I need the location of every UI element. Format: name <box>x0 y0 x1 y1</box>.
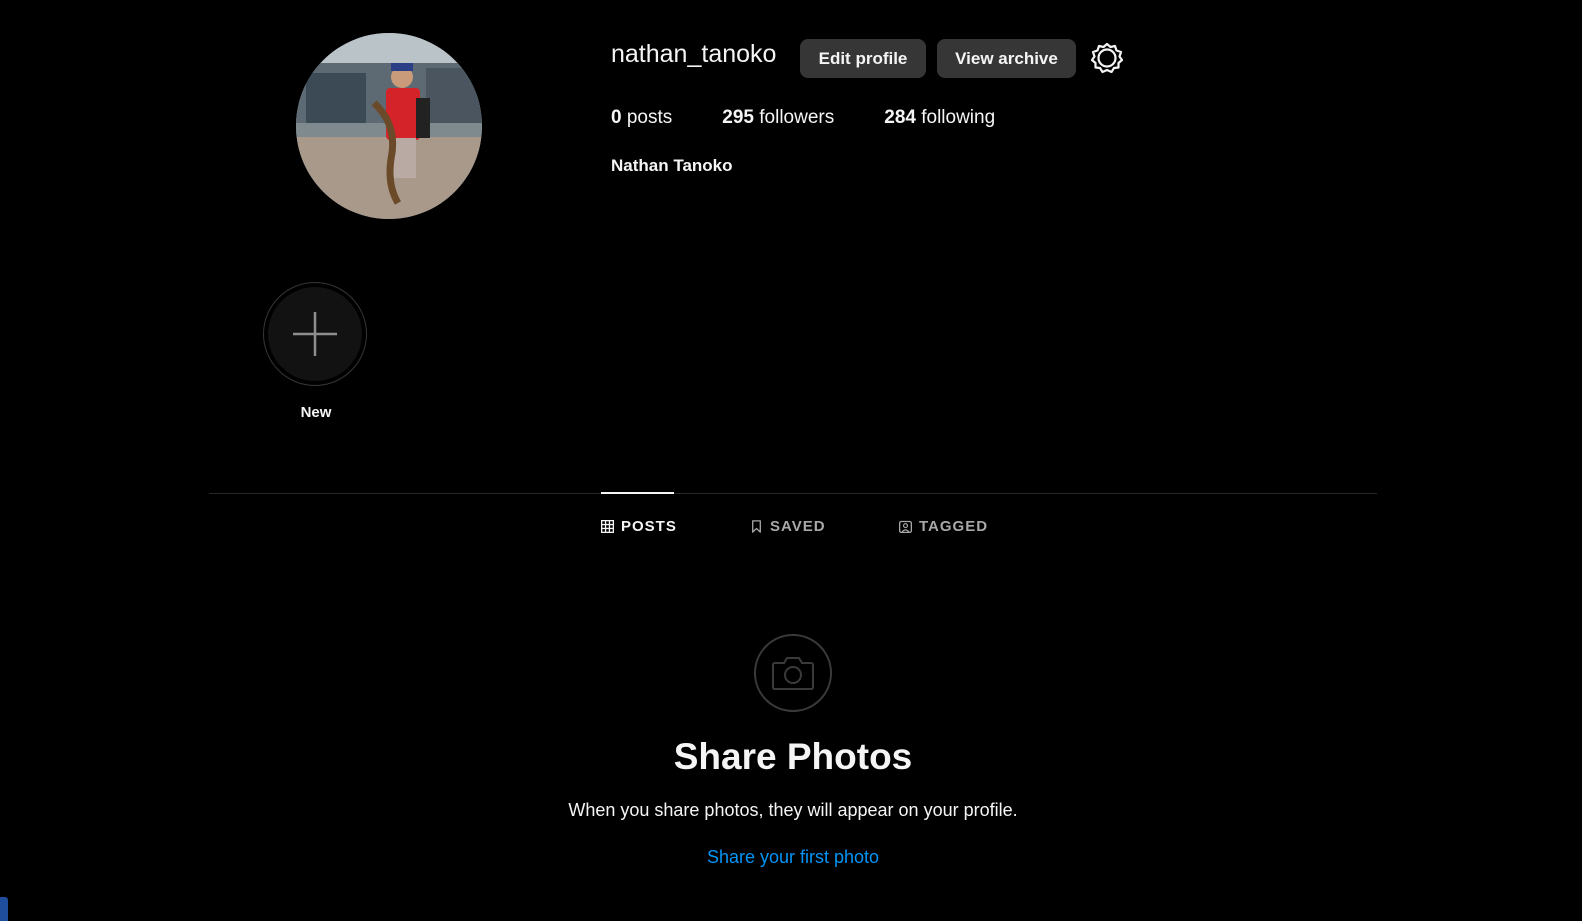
tab-posts[interactable]: POSTS <box>601 518 677 535</box>
profile-stats: 0 posts 295 followers 284 following <box>611 107 1045 129</box>
share-first-photo-link[interactable]: Share your first photo <box>0 847 1582 868</box>
view-archive-button[interactable]: View archive <box>937 39 1076 78</box>
edit-profile-button[interactable]: Edit profile <box>800 39 926 78</box>
bookmark-icon <box>752 520 761 533</box>
grid-icon <box>601 520 614 533</box>
posts-count: 0 <box>611 107 622 128</box>
posts-label: posts <box>626 107 673 128</box>
new-highlight[interactable]: New <box>263 282 369 421</box>
following-count: 284 <box>884 107 916 128</box>
following-stat[interactable]: 284 following <box>884 107 995 129</box>
tab-posts-label: POSTS <box>621 518 677 535</box>
tab-tagged-label: TAGGED <box>919 518 989 535</box>
avatar-photo <box>296 33 482 219</box>
new-highlight-button[interactable] <box>263 282 367 386</box>
profile-page: nathan_tanoko Edit profile View archive … <box>0 0 1582 921</box>
tab-saved[interactable]: SAVED <box>750 518 826 535</box>
corner-widget[interactable] <box>0 897 8 921</box>
followers-stat[interactable]: 295 followers <box>722 107 834 129</box>
plus-icon <box>293 312 337 356</box>
tagged-icon <box>899 520 912 533</box>
followers-count: 295 <box>722 107 754 128</box>
share-photos-camera <box>754 634 832 712</box>
empty-state-subtitle: When you share photos, they will appear … <box>568 800 1018 820</box>
settings-gear-icon[interactable] <box>1090 42 1124 74</box>
profile-username: nathan_tanoko <box>611 40 777 68</box>
tab-tagged[interactable]: TAGGED <box>899 518 988 535</box>
new-highlight-label: New <box>300 404 332 421</box>
camera-icon <box>772 657 814 690</box>
tabs-divider <box>209 493 1377 494</box>
following-label: following <box>921 107 996 128</box>
followers-label: followers <box>759 107 835 128</box>
profile-avatar[interactable] <box>296 33 482 219</box>
active-tab-indicator <box>601 492 674 494</box>
profile-full-name: Nathan Tanoko <box>611 156 733 175</box>
highlight-inner <box>268 287 362 381</box>
tab-saved-label: SAVED <box>770 518 826 535</box>
empty-state-title: Share Photos <box>673 736 913 777</box>
posts-stat: 0 posts <box>611 107 672 129</box>
